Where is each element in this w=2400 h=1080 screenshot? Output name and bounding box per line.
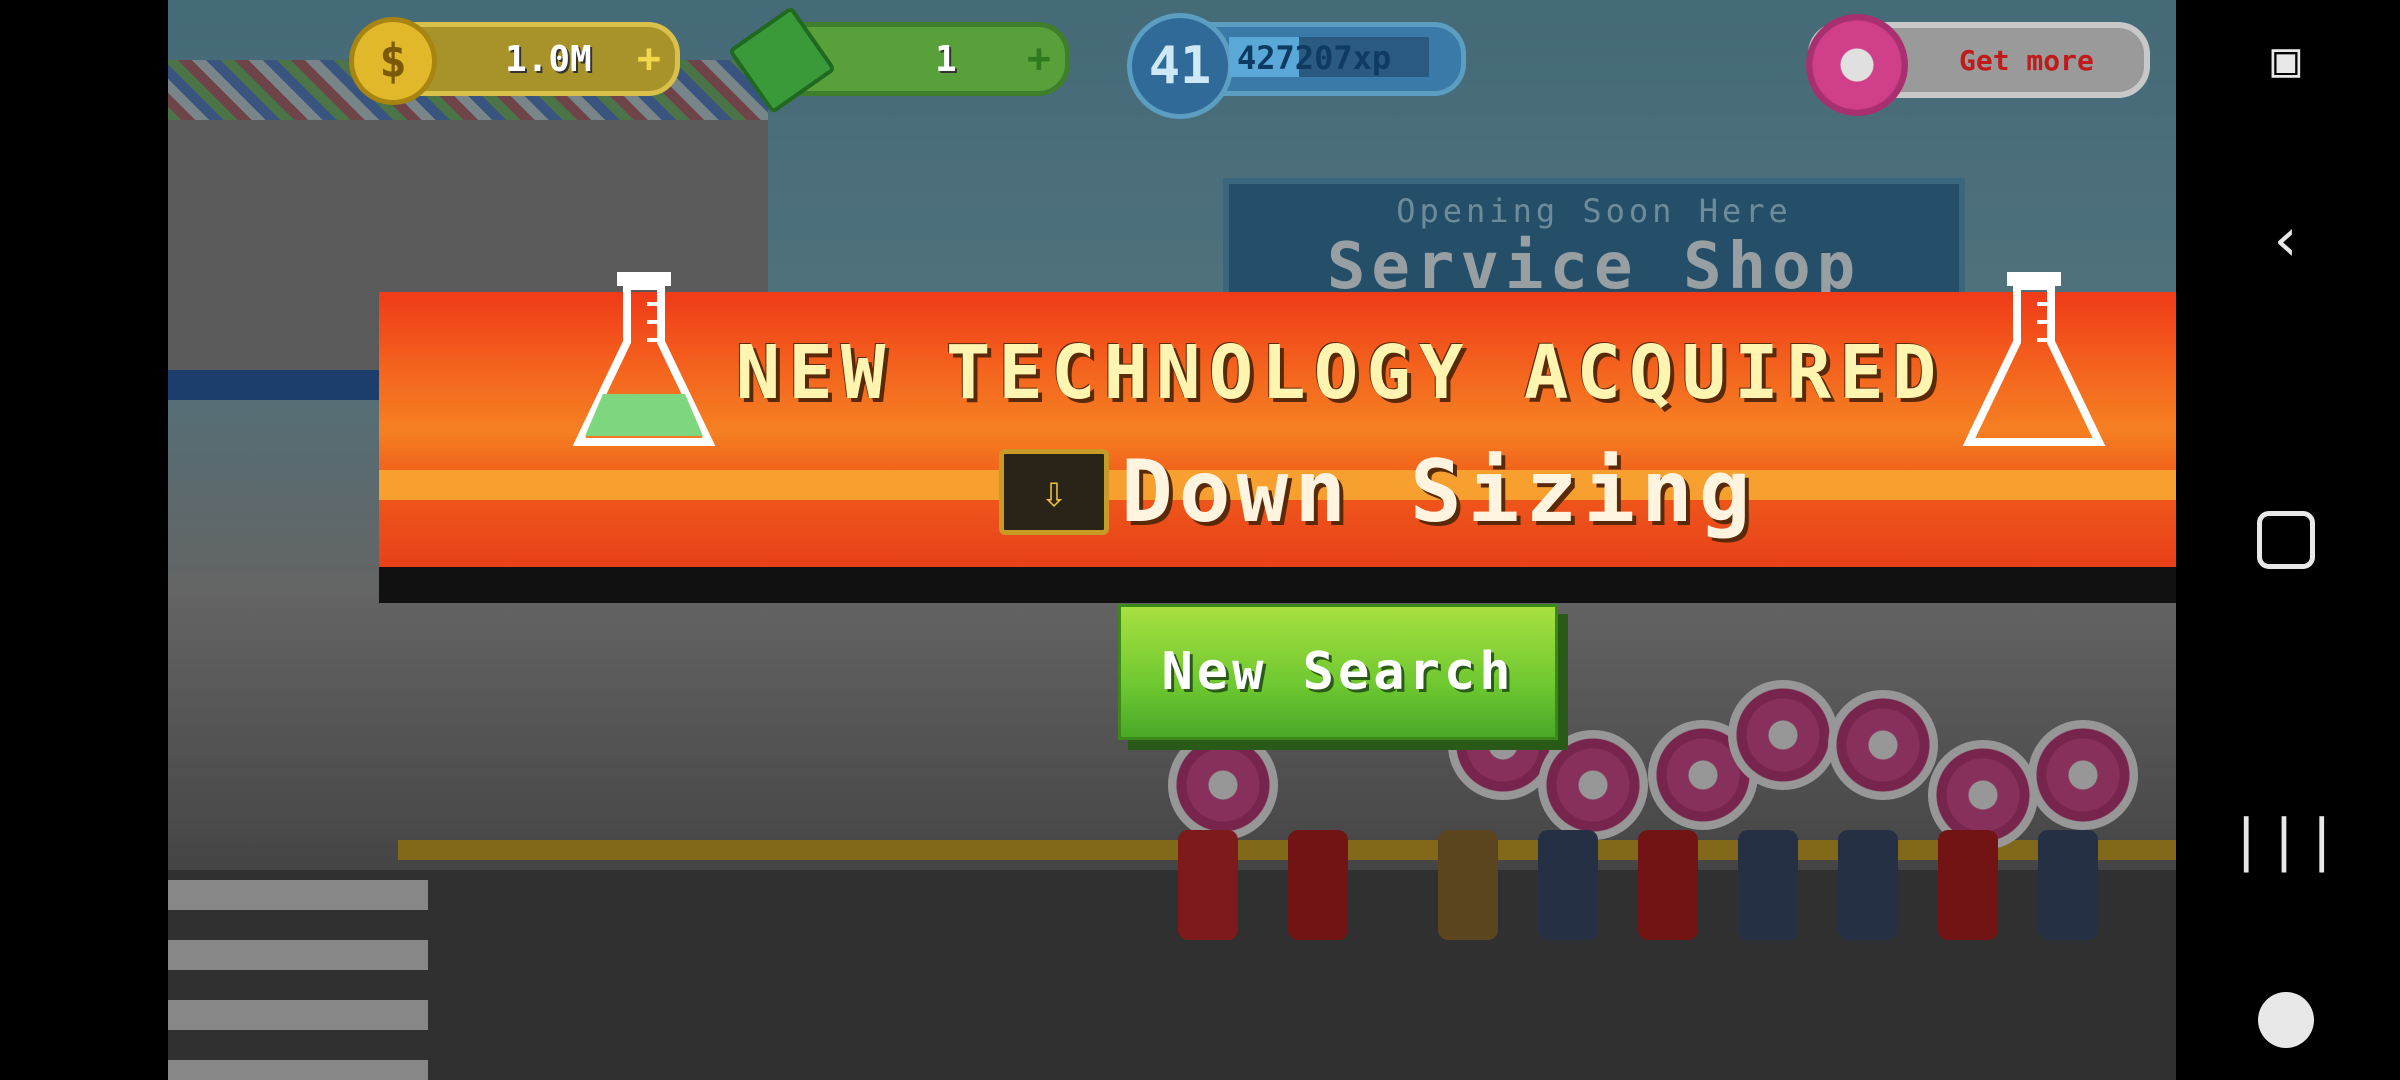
tech-row: ⇩ Down Sizing xyxy=(999,442,1757,542)
donut-counter[interactable]: Get more xyxy=(1806,14,2150,116)
coin-icon: $ xyxy=(349,17,437,105)
add-coins-plus-icon[interactable]: + xyxy=(637,36,661,82)
new-search-button[interactable]: New Search xyxy=(1118,604,1558,740)
game-launcher-icon[interactable] xyxy=(2236,970,2336,1070)
coins-counter[interactable]: $ 1.0M + xyxy=(349,17,680,105)
coins-value: 1.0M xyxy=(505,38,592,80)
home-icon[interactable] xyxy=(2236,490,2336,590)
donut-icon xyxy=(1806,14,1908,116)
down-sizing-icon: ⇩ xyxy=(999,449,1109,535)
add-cash-plus-icon[interactable]: + xyxy=(1027,36,1051,82)
screen-capture-icon[interactable]: ▣ xyxy=(2236,10,2336,110)
banner-title: NEW TECHNOLOGY ACQUIRED xyxy=(735,330,1945,416)
tech-name: Down Sizing xyxy=(1121,442,1757,542)
game-viewport[interactable]: Opening Soon Here Service Shop $ 1.0M + … xyxy=(168,0,2176,1080)
banner-shadow xyxy=(379,565,2176,603)
xp-meter[interactable]: 41 427207xp xyxy=(1127,13,1466,119)
level-badge: 41 xyxy=(1127,13,1233,119)
system-nav-bar: ▣ ‹ ||| xyxy=(2176,0,2400,1080)
back-icon[interactable]: ‹ xyxy=(2236,190,2336,290)
cash-counter[interactable]: 1 + xyxy=(727,5,1070,115)
tech-acquired-banner: NEW TECHNOLOGY ACQUIRED ⇩ Down Sizing xyxy=(379,272,2176,567)
recents-icon[interactable]: ||| xyxy=(2229,790,2338,890)
cash-value: 1 xyxy=(935,38,957,80)
get-more-label: Get more xyxy=(1959,44,2094,77)
xp-value: 427207xp xyxy=(1237,39,1392,77)
